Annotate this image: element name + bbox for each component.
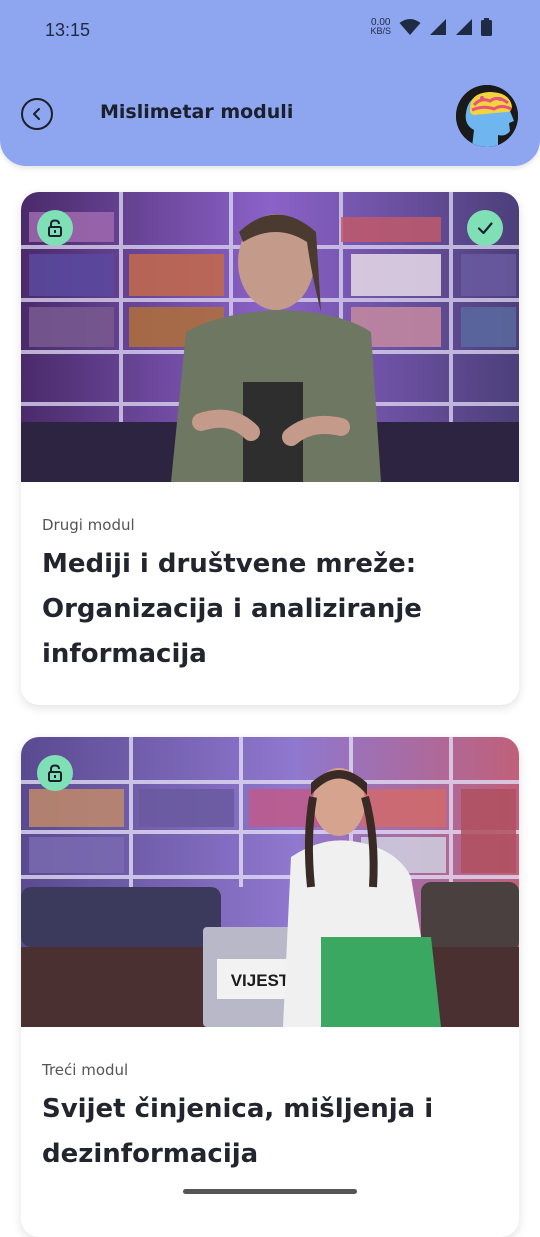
app-header: 13:15 0.00 KB/S Mislimetar moduli [0, 0, 540, 166]
video-still-woman: VIJEST [21, 737, 519, 1027]
video-still-man [21, 192, 519, 482]
box-sign-text: VIJEST [231, 971, 290, 990]
module-thumbnail [21, 192, 519, 482]
signal-icon [456, 19, 472, 35]
module-label: Drugi modul [42, 516, 135, 534]
status-time: 13:15 [45, 20, 91, 40]
module-title: Svijet činjenica, mišljenja i dezinforma… [42, 1094, 434, 1169]
battery-icon [481, 18, 492, 36]
module-card[interactable]: VIJEST Treći modul Svijet činjenica, miš… [21, 737, 519, 1237]
signal-icon [430, 19, 446, 35]
unlocked-badge [37, 755, 73, 791]
unlock-icon [48, 219, 62, 237]
avatar[interactable] [456, 85, 518, 147]
unlocked-badge [37, 210, 73, 246]
brain-head-avatar-icon [456, 85, 518, 147]
module-label: Treći modul [42, 1061, 129, 1079]
back-button[interactable] [21, 98, 53, 130]
unlock-icon [48, 764, 62, 782]
net-speed: 0.00 KB/S [370, 18, 391, 36]
module-thumbnail: VIJEST [21, 737, 519, 1027]
home-indicator[interactable] [183, 1189, 357, 1194]
back-arrow-icon [33, 108, 40, 120]
net-speed-unit: KB/S [370, 26, 391, 36]
module-title: Mediji i društvene mreže: Organizacija i… [42, 549, 422, 669]
page-title: Mislimetar moduli [100, 101, 294, 123]
status-icons: 0.00 KB/S [370, 18, 492, 36]
completed-badge [467, 210, 503, 246]
wifi-icon [399, 19, 421, 35]
module-card[interactable]: Drugi modul Mediji i društvene mreže: Or… [21, 192, 519, 705]
check-icon [477, 222, 493, 235]
